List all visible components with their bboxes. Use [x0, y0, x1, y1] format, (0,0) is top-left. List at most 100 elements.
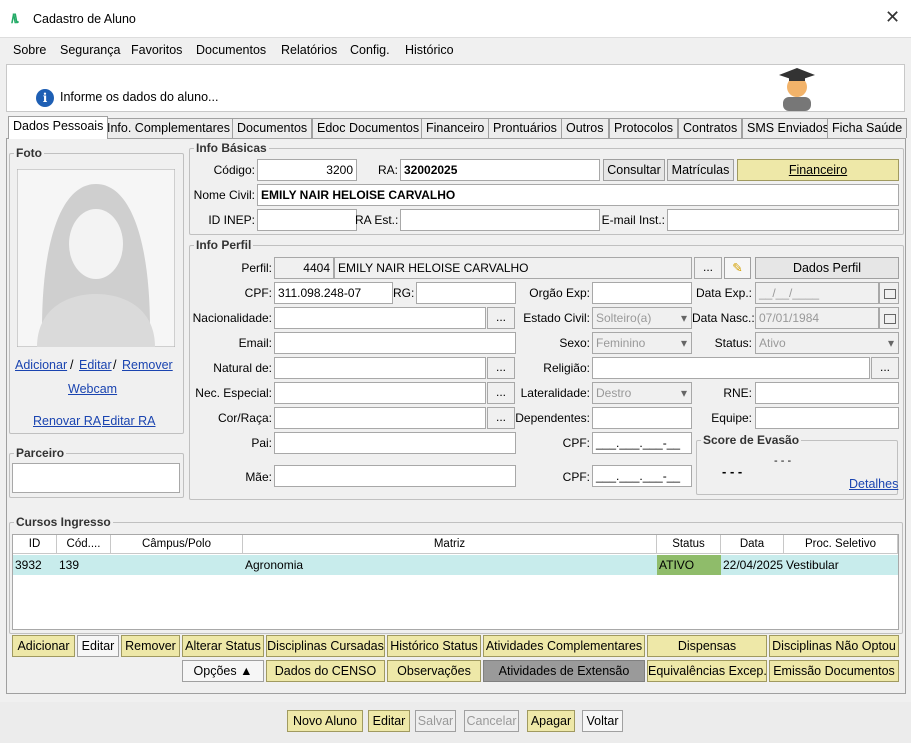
emissao-documentos-button[interactable]: Emissão Documentos [769, 660, 899, 682]
atividades-extensao-button[interactable]: Atividades de Extensão [483, 660, 645, 682]
data-exp-calendar-icon[interactable] [879, 282, 899, 304]
voltar-button[interactable]: Voltar [582, 710, 623, 732]
opcoes-button[interactable]: Opções ▲ [182, 660, 264, 682]
disciplinas-nao-optou-button[interactable]: Disciplinas Não Optou [769, 635, 899, 657]
financeiro-button[interactable]: Financeiro [737, 159, 899, 181]
consultar-button[interactable]: Consultar [603, 159, 665, 181]
col-matriz[interactable]: Matriz [243, 535, 657, 554]
natural-search-button[interactable]: ... [487, 357, 515, 379]
estado-civil-select[interactable]: Solteiro(a) [592, 307, 692, 329]
data-nasc-field[interactable]: 07/01/1984 [755, 307, 879, 329]
tab-outros[interactable]: Outros [561, 118, 609, 138]
rne-field[interactable] [755, 382, 899, 404]
ra-est-field[interactable] [400, 209, 600, 231]
menu-sobre[interactable]: Sobre [13, 43, 46, 57]
parceiro-field[interactable] [12, 463, 180, 493]
cursos-remover-button[interactable]: Remover [121, 635, 180, 657]
dados-censo-button[interactable]: Dados do CENSO [266, 660, 385, 682]
foto-webcam-link[interactable]: Webcam [68, 382, 117, 396]
dados-perfil-button[interactable]: Dados Perfil [755, 257, 899, 279]
cpf-mae-field[interactable]: ___.___.___-__ [592, 465, 692, 487]
col-status[interactable]: Status [657, 535, 721, 554]
status-select[interactable]: Ativo [755, 332, 899, 354]
email-inst-field[interactable] [667, 209, 899, 231]
tab-ficha-saude[interactable]: Ficha Saúde [827, 118, 908, 138]
alterar-status-button[interactable]: Alterar Status [182, 635, 264, 657]
equipe-field[interactable] [755, 407, 899, 429]
cor-raca-field[interactable] [274, 407, 486, 429]
tab-protocolos[interactable]: Protocolos [609, 118, 679, 138]
menu-bar: Sobre Segurança Favoritos Documentos Rel… [0, 38, 911, 62]
editar-aluno-button[interactable]: Editar [368, 710, 410, 732]
ra-field[interactable]: 32002025 [400, 159, 600, 181]
disciplinas-cursadas-button[interactable]: Disciplinas Cursadas [266, 635, 385, 657]
sexo-select[interactable]: Feminino [592, 332, 692, 354]
cursos-adicionar-button[interactable]: Adicionar [12, 635, 75, 657]
col-id[interactable]: ID [13, 535, 57, 554]
atividades-complementares-button[interactable]: Atividades Complementares [483, 635, 645, 657]
profile-photo-placeholder[interactable] [17, 169, 175, 347]
email-field[interactable] [274, 332, 516, 354]
menu-documentos[interactable]: Documentos [196, 43, 266, 57]
data-nasc-calendar-icon[interactable] [879, 307, 899, 329]
nacionalidade-search-button[interactable]: ... [487, 307, 515, 329]
cursos-editar-button[interactable]: Editar [77, 635, 119, 657]
data-exp-field[interactable]: __/__/____ [755, 282, 879, 304]
equivalencias-button[interactable]: Equivalências Excep. [647, 660, 767, 682]
menu-config[interactable]: Config. [350, 43, 390, 57]
tab-contratos[interactable]: Contratos [678, 118, 743, 138]
tab-prontuarios[interactable]: Prontuários [488, 118, 562, 138]
apagar-button[interactable]: Apagar [527, 710, 575, 732]
col-campus[interactable]: Câmpus/Polo [111, 535, 243, 554]
perfil-search-button[interactable]: ... [694, 257, 722, 279]
observacoes-button[interactable]: Observações [387, 660, 481, 682]
col-proc-seletivo[interactable]: Proc. Seletivo [784, 535, 898, 554]
tab-documentos[interactable]: Documentos [232, 118, 313, 138]
salvar-button[interactable]: Salvar [415, 710, 456, 732]
menu-relatorios[interactable]: Relatórios [281, 43, 337, 57]
nome-civil-field[interactable]: EMILY NAIR HELOISE CARVALHO [257, 184, 899, 206]
historico-status-button[interactable]: Histórico Status [387, 635, 481, 657]
nacionalidade-field[interactable] [274, 307, 486, 329]
info-icon: i [36, 89, 54, 107]
mae-field[interactable] [274, 465, 516, 487]
tab-info-complementares[interactable]: Info. Complementares [102, 118, 235, 138]
perfil-edit-button[interactable]: ✎ [724, 257, 751, 279]
nec-especial-search-button[interactable]: ... [487, 382, 515, 404]
dispensas-button[interactable]: Dispensas [647, 635, 767, 657]
rg-field[interactable] [416, 282, 516, 304]
tab-edoc-documentos[interactable]: Edoc Documentos [312, 118, 425, 138]
tab-dados-pessoais[interactable]: Dados Pessoais [8, 116, 109, 139]
natural-field[interactable] [274, 357, 486, 379]
menu-historico[interactable]: Histórico [405, 43, 454, 57]
tab-sms-enviados[interactable]: SMS Enviados [742, 118, 834, 138]
matriculas-button[interactable]: Matrículas [667, 159, 734, 181]
detalhes-link[interactable]: Detalhes [849, 477, 898, 491]
dependentes-field[interactable] [592, 407, 692, 429]
foto-remover-link[interactable]: Remover [122, 358, 173, 372]
close-icon[interactable]: ✕ [885, 7, 900, 28]
lateralidade-select[interactable]: Destro [592, 382, 692, 404]
cancelar-button[interactable]: Cancelar [464, 710, 519, 732]
foto-editar-link[interactable]: Editar [79, 358, 112, 372]
menu-seguranca[interactable]: Segurança [60, 43, 120, 57]
cell-cod: 139 [59, 558, 80, 572]
religiao-search-button[interactable]: ... [871, 357, 899, 379]
nec-especial-field[interactable] [274, 382, 486, 404]
id-inep-field[interactable] [257, 209, 357, 231]
religiao-field[interactable] [592, 357, 870, 379]
lateralidade-label: Lateralidade: [520, 386, 590, 400]
menu-favoritos[interactable]: Favoritos [131, 43, 182, 57]
orgao-exp-field[interactable] [592, 282, 692, 304]
renovar-ra-link[interactable]: Renovar RA [33, 414, 101, 428]
col-cod[interactable]: Cód.... [57, 535, 111, 554]
novo-aluno-button[interactable]: Novo Aluno [287, 710, 363, 732]
pai-field[interactable] [274, 432, 516, 454]
foto-adicionar-link[interactable]: Adicionar [15, 358, 67, 372]
cpf-pai-field[interactable]: ___.___.___-__ [592, 432, 692, 454]
codigo-field[interactable]: 3200 [257, 159, 357, 181]
col-data[interactable]: Data [721, 535, 784, 554]
tab-financeiro[interactable]: Financeiro [421, 118, 490, 138]
editar-ra-link[interactable]: Editar RA [102, 414, 156, 428]
cpf-field[interactable]: 311.098.248-07 [274, 282, 393, 304]
